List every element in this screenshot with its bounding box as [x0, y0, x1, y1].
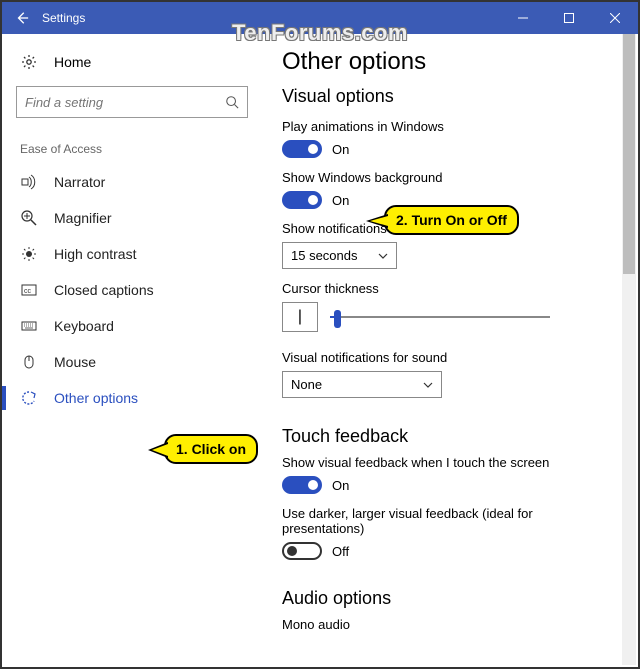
chevron-down-icon: [423, 380, 433, 390]
sidebar-item-label: Magnifier: [54, 210, 112, 226]
gear-icon: [20, 54, 38, 70]
sidebar-item-mouse[interactable]: Mouse: [12, 344, 252, 380]
home-link[interactable]: Home: [12, 48, 252, 76]
cursor-preview: |: [282, 302, 318, 332]
sidebar-item-other-options[interactable]: Other options: [12, 380, 252, 416]
sidebar-item-label: Other options: [54, 390, 138, 406]
back-arrow-icon: [15, 11, 29, 25]
annotation-callout-1: 1. Click on: [164, 434, 258, 464]
cursor-thickness-slider[interactable]: [330, 307, 550, 327]
close-icon: [610, 13, 620, 23]
mono-audio-label: Mono audio: [282, 617, 618, 632]
maximize-button[interactable]: [546, 2, 592, 34]
sidebar-item-closed-captions[interactable]: cc Closed captions: [12, 272, 252, 308]
sidebar-item-magnifier[interactable]: Magnifier: [12, 200, 252, 236]
sidebar-item-narrator[interactable]: Narrator: [12, 164, 252, 200]
sidebar-item-keyboard[interactable]: Keyboard: [12, 308, 252, 344]
sidebar-item-label: Mouse: [54, 354, 96, 370]
minimize-icon: [518, 13, 528, 23]
body: Home Ease of Access Narrator Magnifier H…: [2, 34, 638, 667]
notifications-dropdown[interactable]: 15 seconds: [282, 242, 397, 269]
sidebar-item-label: High contrast: [54, 246, 136, 262]
mouse-icon: [20, 354, 38, 370]
show-background-state: On: [332, 193, 349, 208]
settings-window: Settings TenForums.com Home Ease of Acce…: [0, 0, 640, 669]
back-button[interactable]: [2, 2, 42, 34]
window-title: Settings: [42, 11, 85, 25]
section-header: Ease of Access: [20, 142, 248, 156]
captions-icon: cc: [20, 282, 38, 298]
play-animations-state: On: [332, 142, 349, 157]
window-controls: [500, 2, 638, 34]
callout-1-text: 1. Click on: [176, 441, 246, 457]
touch-feedback-state: On: [332, 478, 349, 493]
sidebar: Home Ease of Access Narrator Magnifier H…: [2, 34, 262, 667]
play-animations-toggle[interactable]: [282, 140, 322, 158]
other-options-icon: [20, 390, 38, 406]
sidebar-item-label: Narrator: [54, 174, 105, 190]
home-label: Home: [54, 54, 91, 70]
vertical-scrollbar[interactable]: [622, 34, 636, 665]
sidebar-item-label: Keyboard: [54, 318, 114, 334]
sidebar-item-high-contrast[interactable]: High contrast: [12, 236, 252, 272]
visual-notifications-value: None: [291, 377, 322, 392]
magnifier-icon: [20, 210, 38, 226]
touch-feedback-toggle[interactable]: [282, 476, 322, 494]
minimize-button[interactable]: [500, 2, 546, 34]
darker-feedback-state: Off: [332, 544, 349, 559]
audio-options-heading: Audio options: [282, 588, 618, 609]
page-title: Other options: [282, 48, 618, 76]
titlebar: Settings: [2, 2, 638, 34]
visual-notifications-label: Visual notifications for sound: [282, 350, 618, 365]
narrator-icon: [20, 174, 38, 190]
touch-feedback-heading: Touch feedback: [282, 426, 618, 447]
visual-notifications-dropdown[interactable]: None: [282, 371, 442, 398]
contrast-icon: [20, 246, 38, 262]
touch-feedback-label: Show visual feedback when I touch the sc…: [282, 455, 618, 470]
maximize-icon: [564, 13, 574, 23]
show-background-toggle[interactable]: [282, 191, 322, 209]
play-animations-label: Play animations in Windows: [282, 119, 618, 134]
darker-feedback-label: Use darker, larger visual feedback (idea…: [282, 506, 618, 536]
darker-feedback-toggle[interactable]: [282, 542, 322, 560]
close-button[interactable]: [592, 2, 638, 34]
cursor-thickness-label: Cursor thickness: [282, 281, 618, 296]
search-box[interactable]: [16, 86, 248, 118]
search-input[interactable]: [25, 95, 205, 110]
callout-2-text: 2. Turn On or Off: [396, 212, 507, 228]
visual-options-heading: Visual options: [282, 86, 618, 107]
sidebar-item-label: Closed captions: [54, 282, 154, 298]
svg-text:cc: cc: [24, 288, 32, 295]
annotation-callout-2: 2. Turn On or Off: [384, 205, 519, 235]
notifications-value: 15 seconds: [291, 248, 358, 263]
main-pane: Other options Visual options Play animat…: [262, 34, 638, 667]
keyboard-icon: [20, 318, 38, 334]
show-background-label: Show Windows background: [282, 170, 618, 185]
scrollbar-thumb[interactable]: [623, 34, 635, 274]
search-icon: [225, 95, 239, 109]
chevron-down-icon: [378, 251, 388, 261]
